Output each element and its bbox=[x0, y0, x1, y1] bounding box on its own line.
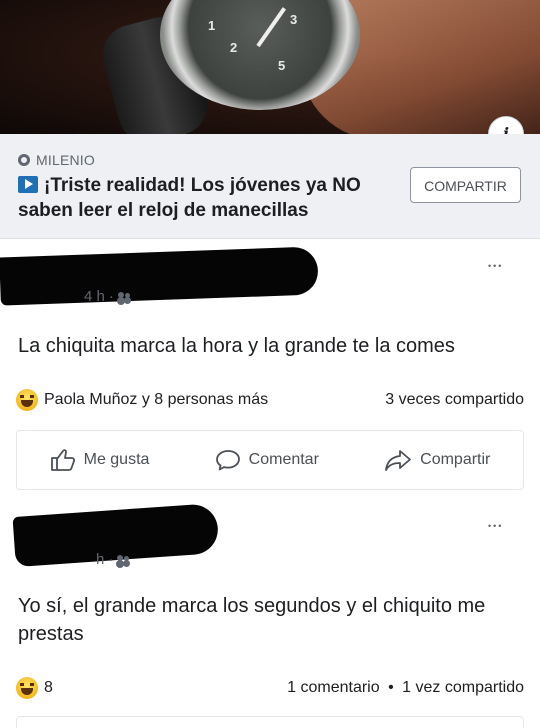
action-bar bbox=[16, 716, 524, 728]
engagement-stats: 1 comentario • 1 vez compartido bbox=[287, 679, 524, 697]
thumbs-up-icon bbox=[50, 449, 75, 471]
separator: · bbox=[108, 551, 114, 568]
comment-time: h bbox=[96, 551, 105, 568]
article-image[interactable]: 1 2 3 5 bbox=[0, 0, 540, 134]
watch-number: 5 bbox=[278, 58, 286, 73]
comment-text: La chiquita marca la hora y la grande te… bbox=[18, 335, 455, 357]
friends-icon bbox=[117, 291, 131, 302]
watch-number: 3 bbox=[290, 12, 298, 27]
share-button[interactable]: Compartir bbox=[384, 448, 490, 472]
comment-meta: h · bbox=[96, 551, 130, 568]
share-count[interactable]: 3 veces compartido bbox=[385, 391, 524, 409]
source-name: MILENIO bbox=[36, 152, 95, 168]
article-headline[interactable]: ¡Triste realidad! Los jóvenes ya NO sabe… bbox=[18, 173, 398, 223]
like-label: Me gusta bbox=[83, 451, 150, 468]
comment-meta: 4 h · bbox=[84, 288, 131, 305]
haha-reaction-icon bbox=[16, 677, 38, 699]
share-count[interactable]: 1 vez compartido bbox=[402, 679, 524, 696]
play-icon bbox=[18, 176, 38, 193]
watch-hand bbox=[256, 7, 287, 48]
watch-number: 1 bbox=[208, 18, 216, 33]
comment-label: Comentar bbox=[248, 451, 319, 468]
reaction-count[interactable]: 8 bbox=[44, 679, 53, 697]
comment-button[interactable]: Comentar bbox=[215, 448, 319, 472]
comment-bubble-icon bbox=[215, 450, 240, 471]
watch-number: 2 bbox=[230, 40, 238, 55]
comment-text: Yo sí, el grande marca los segundos y el… bbox=[18, 595, 486, 645]
dot-separator: • bbox=[388, 679, 394, 696]
headline-text: ¡Triste realidad! Los jóvenes ya NO sabe… bbox=[18, 175, 361, 221]
separator: · bbox=[108, 288, 114, 305]
reaction-summary[interactable]: Paola Muñoz y 8 personas más 3 veces com… bbox=[16, 389, 524, 411]
more-options-button[interactable]: ••• bbox=[488, 261, 503, 271]
comment-count[interactable]: 1 comentario bbox=[287, 679, 380, 696]
redacted-name bbox=[0, 246, 319, 306]
haha-reaction-icon bbox=[16, 389, 38, 411]
more-options-button[interactable]: ••• bbox=[488, 521, 503, 531]
share-link-button[interactable]: COMPARTIR bbox=[410, 167, 521, 203]
reaction-summary[interactable]: 8 1 comentario • 1 vez compartido bbox=[16, 677, 524, 699]
share-arrow-icon bbox=[385, 450, 412, 471]
comment-time: 4 h bbox=[84, 288, 105, 305]
reaction-names[interactable]: Paola Muñoz y 8 personas más bbox=[44, 391, 268, 409]
action-bar: Me gusta Comentar Compartir bbox=[16, 430, 524, 490]
source-logo-icon bbox=[18, 154, 30, 166]
share-label: Compartir bbox=[420, 451, 491, 468]
like-button[interactable]: Me gusta bbox=[50, 448, 150, 472]
friends-icon bbox=[117, 554, 130, 565]
article-source: MILENIO bbox=[18, 152, 95, 168]
